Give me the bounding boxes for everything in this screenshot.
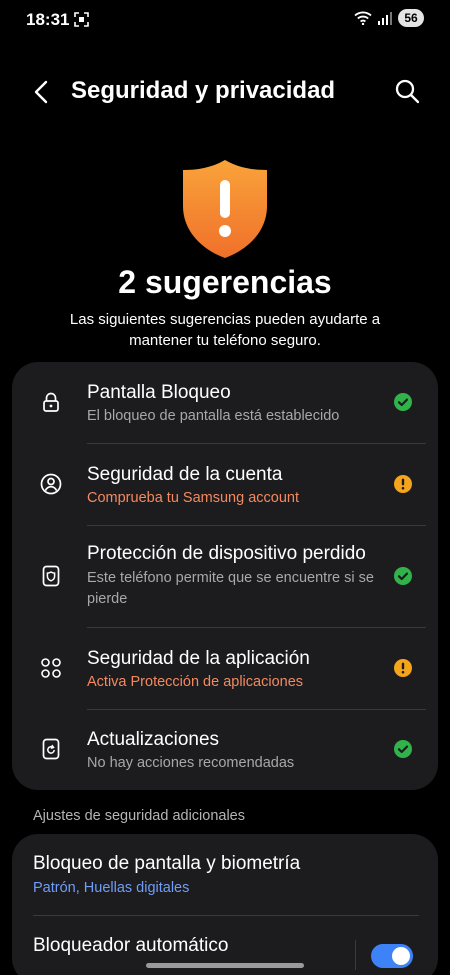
list-item-screen-lock-biometrics[interactable]: Bloqueo de pantalla y biometría Patrón, … [12, 834, 438, 915]
warning-icon [394, 475, 412, 493]
item-title: Protección de dispositivo perdido [87, 543, 366, 564]
status-icons: 56 [354, 9, 424, 27]
search-icon[interactable] [394, 78, 420, 104]
list-item-lost-device-protection[interactable]: Protección de dispositivo perdido Este t… [12, 526, 438, 627]
status-time: 18:31 [26, 10, 70, 29]
app-header: Seguridad y privacidad [0, 68, 450, 116]
item-subtitle: El bloqueo de pantalla está establecido [87, 408, 340, 424]
list-item-account-security[interactable]: Seguridad de la cuenta Comprueba tu Sams… [12, 444, 438, 525]
check-ok-icon [394, 393, 412, 411]
suggestions-description: Las siguientes sugerencias pueden ayudar… [69, 311, 381, 349]
item-title: Bloqueador automático [33, 935, 229, 956]
signal-icon [378, 11, 392, 25]
check-ok-icon [394, 567, 412, 585]
item-title: Bloqueo de pantalla y biometría [33, 853, 301, 874]
page-title: Seguridad y privacidad [71, 77, 336, 104]
device-shield-icon [42, 565, 60, 587]
list-item-screen-lock[interactable]: Pantalla Bloqueo El bloqueo de pantalla … [12, 362, 438, 443]
suggestions-count-title: 2 sugerencias [118, 264, 332, 300]
additional-settings-card: Bloqueo de pantalla y biometría Patrón, … [12, 834, 438, 975]
screenshot-icon [74, 12, 89, 27]
list-item-app-security[interactable]: Seguridad de la aplicación Activa Protec… [12, 628, 438, 709]
lock-icon [43, 392, 59, 412]
item-title: Seguridad de la aplicación [87, 648, 310, 669]
item-subtitle: No hay acciones recomendadas [87, 755, 295, 771]
item-subtitle: Comprueba tu Samsung account [87, 490, 299, 506]
warning-shield-icon [183, 160, 267, 258]
wifi-icon [354, 11, 372, 25]
account-icon [40, 473, 62, 495]
status-bar: 18:31 56 [0, 0, 450, 40]
check-ok-icon [394, 740, 412, 758]
item-subtitle: Patrón, Huellas digitales [33, 880, 190, 896]
update-icon [42, 738, 60, 760]
item-subtitle: Este teléfono permite que se encuentre s… [87, 570, 374, 607]
item-subtitle: Activa Protección de aplicaciones [87, 674, 304, 690]
toggle-knob [392, 947, 410, 965]
item-title: Pantalla Bloqueo [87, 382, 231, 403]
section-header-additional: Ajustes de seguridad adicionales [33, 808, 245, 824]
battery-indicator: 56 [398, 9, 424, 27]
list-item-updates[interactable]: Actualizaciones No hay acciones recomend… [12, 710, 438, 790]
auto-blocker-toggle[interactable] [371, 944, 413, 968]
security-status-card: Pantalla Bloqueo El bloqueo de pantalla … [12, 362, 438, 790]
back-icon[interactable] [28, 78, 56, 106]
apps-icon [41, 658, 61, 678]
item-title: Seguridad de la cuenta [87, 464, 283, 485]
warning-icon [394, 659, 412, 677]
item-title: Actualizaciones [87, 729, 220, 750]
divider [355, 940, 356, 970]
navigation-handle[interactable] [146, 963, 304, 968]
